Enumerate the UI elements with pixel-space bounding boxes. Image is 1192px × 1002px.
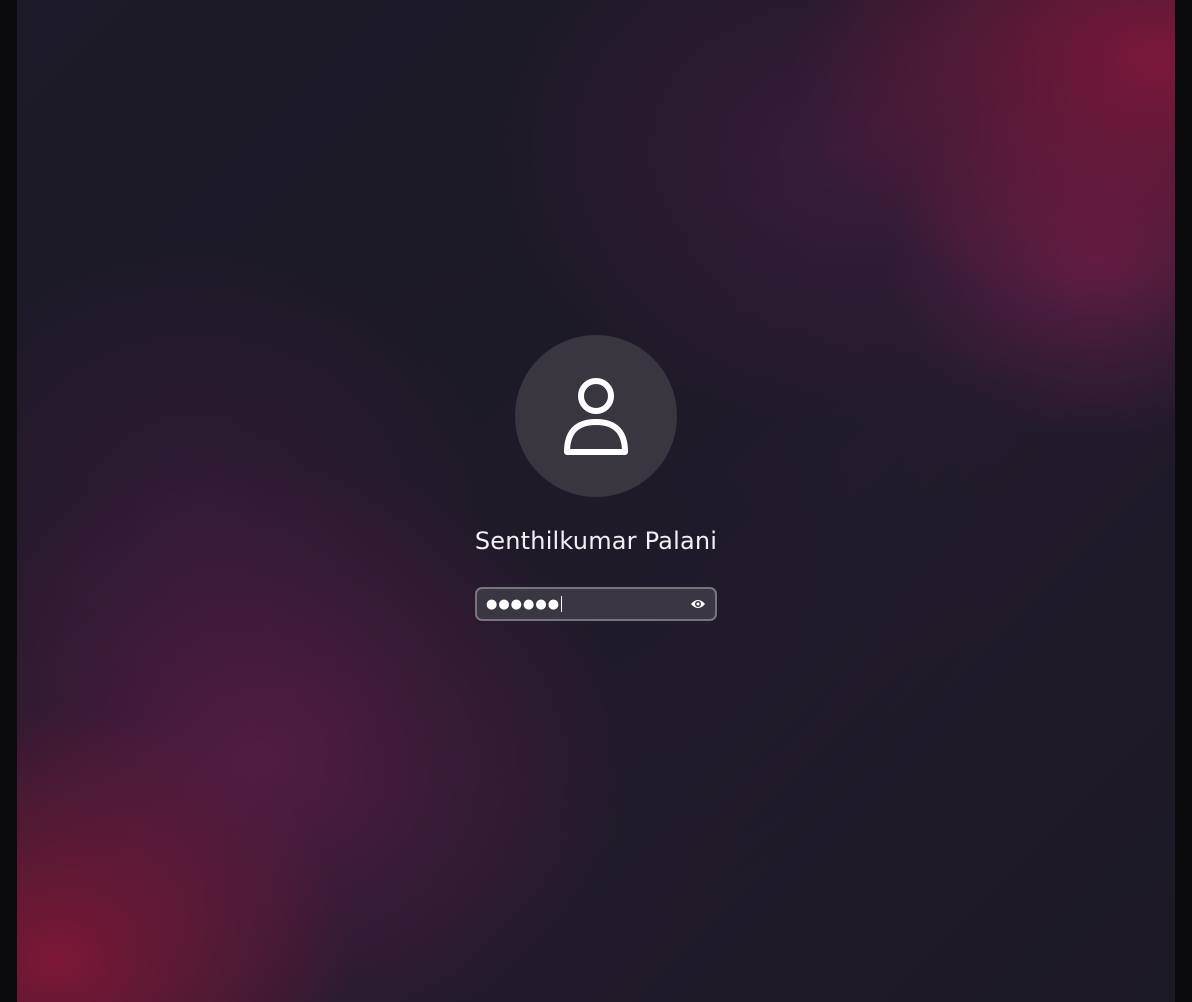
username-label: Senthilkumar Palani xyxy=(474,527,718,555)
user-icon xyxy=(564,378,628,455)
text-caret xyxy=(561,596,563,612)
password-field[interactable]: ●●●●●● xyxy=(475,587,717,621)
password-input[interactable]: ●●●●●● xyxy=(486,596,689,612)
user-avatar xyxy=(515,335,677,497)
show-password-button[interactable] xyxy=(689,595,707,613)
login-panel: Senthilkumar Palani ●●●●●● xyxy=(17,335,1175,621)
lock-screen-background: Senthilkumar Palani ●●●●●● xyxy=(17,0,1175,1002)
eye-icon xyxy=(691,600,705,608)
password-masked-text: ●●●●●● xyxy=(486,596,561,612)
